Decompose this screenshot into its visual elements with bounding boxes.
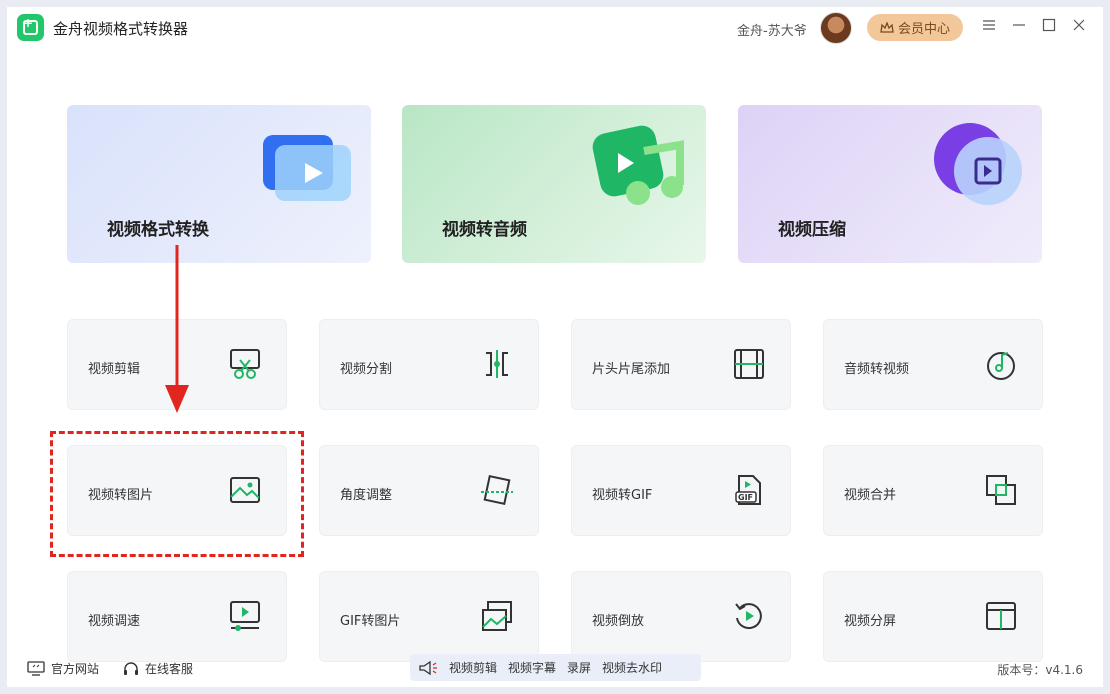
vip-center-label: 会员中心: [897, 22, 950, 37]
tool-gif-to-image[interactable]: GIF转图片: [319, 571, 539, 662]
tool-label: 视频调速: [88, 614, 141, 629]
tool-label: 视频分屏: [844, 614, 897, 629]
tool-intro-outro[interactable]: 片头片尾添加: [571, 319, 791, 410]
split-icon: [486, 350, 508, 378]
maximize-icon[interactable]: [1041, 18, 1057, 34]
tool-video-speed[interactable]: 视频调速: [67, 571, 287, 662]
crown-icon: [880, 21, 894, 33]
video-compress-label: 视频压缩: [778, 220, 846, 240]
split-screen-icon: [986, 602, 1016, 630]
official-website-label: 官方网站: [51, 662, 100, 676]
user-name[interactable]: 金舟-苏大爷: [737, 20, 807, 39]
tool-label: 片头片尾添加: [592, 362, 671, 377]
speed-screen-icon: [230, 601, 260, 631]
close-icon[interactable]: [1071, 18, 1087, 34]
reverse-play-icon: [735, 603, 762, 630]
headset-icon: [124, 661, 138, 675]
video-to-audio-card[interactable]: 视频转音频: [402, 105, 706, 263]
red-arrow-annotation: [165, 245, 189, 413]
disc-music-icon: [987, 352, 1015, 380]
quick-link-video-subtitle[interactable]: 视频字幕: [508, 659, 556, 676]
highlight-box-annotation: [50, 431, 304, 557]
tool-label: 视频倒放: [592, 614, 645, 629]
megaphone-icon: [419, 660, 437, 675]
tool-label: GIF转图片: [340, 614, 401, 629]
menu-icon[interactable]: [981, 18, 997, 34]
scissors-icon: [230, 349, 260, 379]
footer: 官方网站 在线客服 视频剪辑 视频字幕 录屏 视频去水印 版本号：v4.1.6: [7, 651, 1103, 687]
tool-label: 视频剪辑: [88, 362, 141, 377]
tool-label: 角度调整: [340, 488, 393, 503]
compress-icon: [934, 123, 1022, 205]
video-play-icon: [263, 135, 351, 201]
title-bar: 金舟视频格式转换器 金舟-苏大爷 会员中心: [7, 7, 1103, 51]
tool-video-to-gif[interactable]: 视频转GIF GIF: [571, 445, 791, 536]
image-stack-icon: [482, 601, 512, 631]
quick-link-screen-record[interactable]: 录屏: [567, 659, 591, 676]
tool-label: 视频合并: [844, 488, 897, 503]
app-logo: [17, 14, 44, 41]
tool-split-screen[interactable]: 视频分屏: [823, 571, 1043, 662]
video-compress-card[interactable]: 视频压缩: [738, 105, 1042, 263]
video-format-convert-card[interactable]: 视频格式转换: [67, 105, 371, 263]
app-window: 金舟视频格式转换器 金舟-苏大爷 会员中心 视频格式转换: [7, 7, 1103, 687]
tool-video-split[interactable]: 视频分割: [319, 319, 539, 410]
version-text: 版本号：v4.1.6: [997, 663, 1083, 677]
app-title: 金舟视频格式转换器: [53, 20, 189, 38]
quick-links-bar: 视频剪辑 视频字幕 录屏 视频去水印: [410, 654, 701, 681]
quick-link-video-edit[interactable]: 视频剪辑: [449, 659, 497, 676]
film-icon: [734, 349, 764, 379]
quick-link-remove-watermark[interactable]: 视频去水印: [602, 659, 662, 676]
tool-audio-to-video[interactable]: 音频转视频: [823, 319, 1043, 410]
gif-file-icon: GIF: [735, 475, 761, 505]
tool-label: 视频分割: [340, 362, 393, 377]
rotate-frame-icon: [481, 474, 513, 506]
official-website-link[interactable]: 官方网站: [27, 660, 99, 677]
avatar[interactable]: [820, 12, 852, 44]
music-note-icon: [592, 125, 684, 205]
merge-icon: [986, 475, 1016, 505]
tool-video-merge[interactable]: 视频合并: [823, 445, 1043, 536]
tool-label: 视频转GIF: [592, 488, 653, 503]
video-format-convert-label: 视频格式转换: [107, 220, 209, 240]
tool-video-reverse[interactable]: 视频倒放: [571, 571, 791, 662]
tool-label: 音频转视频: [844, 362, 910, 377]
monitor-icon: [27, 661, 45, 676]
minimize-icon[interactable]: [1011, 18, 1027, 34]
video-to-audio-label: 视频转音频: [442, 220, 527, 240]
vip-center-button[interactable]: 会员中心: [867, 14, 963, 41]
tool-angle-adjust[interactable]: 角度调整: [319, 445, 539, 536]
online-service-link[interactable]: 在线客服: [123, 660, 193, 677]
svg-text:GIF: GIF: [738, 493, 753, 502]
online-service-label: 在线客服: [145, 662, 194, 676]
